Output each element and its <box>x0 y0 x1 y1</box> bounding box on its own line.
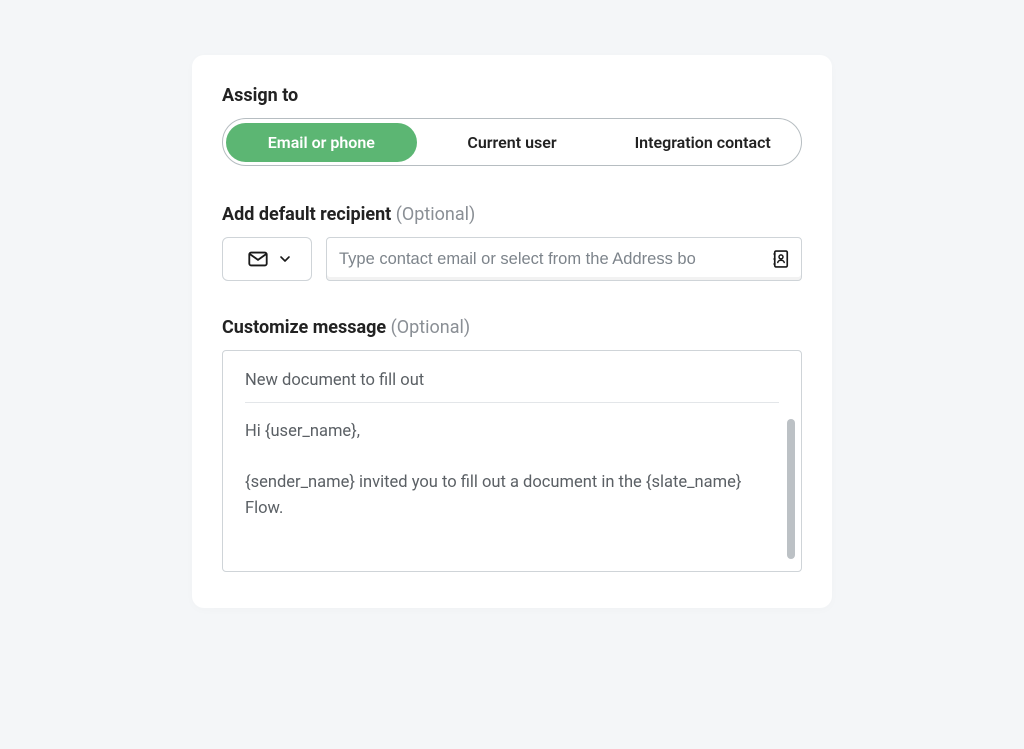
customize-optional: (Optional) <box>386 317 470 338</box>
segment-email-or-phone[interactable]: Email or phone <box>226 123 417 162</box>
assign-segmented-control: Email or phone Current user Integration … <box>222 118 802 166</box>
envelope-icon <box>247 248 269 270</box>
recipient-label: Add default recipient <box>222 204 391 225</box>
address-book-button[interactable] <box>761 249 801 269</box>
message-body-textarea[interactable]: Hi {user_name}, {sender_name} invited yo… <box>245 407 779 551</box>
recipient-type-selector[interactable] <box>222 237 312 281</box>
message-scrollbar[interactable] <box>787 419 795 559</box>
message-divider <box>245 402 779 403</box>
recipient-input-wrap <box>326 237 802 281</box>
recipient-input[interactable] <box>339 250 761 269</box>
customize-label: Customize message <box>222 317 386 338</box>
assign-label: Assign to <box>222 85 802 106</box>
settings-card: Assign to Email or phone Current user In… <box>192 55 832 608</box>
customize-section-label: Customize message (Optional) <box>222 317 802 338</box>
recipient-optional: (Optional) <box>391 204 475 225</box>
chevron-down-icon <box>279 253 291 265</box>
segment-current-user[interactable]: Current user <box>417 123 608 162</box>
message-subject-input[interactable]: New document to fill out <box>223 351 801 402</box>
message-editor: New document to fill out Hi {user_name},… <box>222 350 802 572</box>
message-body-wrap: Hi {user_name}, {sender_name} invited yo… <box>223 407 801 571</box>
recipient-row <box>222 237 802 281</box>
address-book-icon <box>771 249 791 269</box>
segment-integration-contact[interactable]: Integration contact <box>607 123 798 162</box>
recipient-section-label: Add default recipient (Optional) <box>222 204 802 225</box>
